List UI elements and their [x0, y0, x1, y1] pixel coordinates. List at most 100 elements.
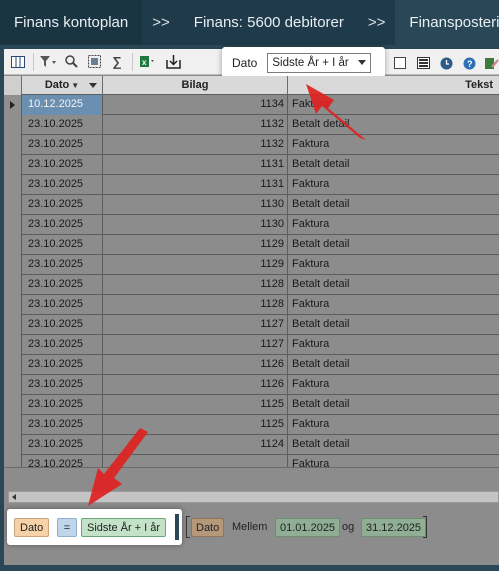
table-row[interactable]: 23.10.2025 1128 Faktura: [4, 295, 499, 315]
cell-bilag[interactable]: 1128: [103, 295, 288, 315]
row-selector[interactable]: [4, 235, 22, 255]
cell-tekst[interactable]: Faktura: [288, 175, 499, 195]
cell-bilag[interactable]: 1126: [103, 355, 288, 375]
cell-dato[interactable]: 23.10.2025: [22, 175, 103, 195]
cell-dato[interactable]: 23.10.2025: [22, 455, 103, 467]
horizontal-scrollbar[interactable]: [8, 491, 499, 503]
chevron-down-icon[interactable]: [89, 83, 97, 88]
row-selector[interactable]: [4, 415, 22, 435]
cell-dato[interactable]: 23.10.2025: [22, 195, 103, 215]
row-selector[interactable]: [4, 255, 22, 275]
cell-dato[interactable]: 23.10.2025: [22, 355, 103, 375]
cell-tekst[interactable]: Betalt detail: [288, 155, 499, 175]
filter-operator-chip[interactable]: =: [57, 518, 77, 537]
column-header-dato[interactable]: Dato ▼: [22, 76, 103, 95]
row-selector[interactable]: [4, 315, 22, 335]
history-icon[interactable]: [437, 54, 455, 72]
table-row[interactable]: 23.10.2025 1124 Betalt detail: [4, 435, 499, 455]
cell-dato[interactable]: 23.10.2025: [22, 415, 103, 435]
row-selector[interactable]: [4, 275, 22, 295]
search-icon[interactable]: [62, 53, 80, 71]
cell-bilag[interactable]: 1131: [103, 175, 288, 195]
breadcrumb-item-debitorer[interactable]: Finans: 5600 debitorer: [180, 0, 358, 45]
table-row[interactable]: 23.10.2025 1129 Faktura: [4, 255, 499, 275]
row-selector[interactable]: [4, 195, 22, 215]
cell-bilag[interactable]: 1129: [103, 235, 288, 255]
excel-icon[interactable]: x: [138, 53, 156, 71]
help-icon[interactable]: ?: [460, 54, 478, 72]
table-row[interactable]: 23.10.2025 1126 Betalt detail: [4, 355, 499, 375]
table-row[interactable]: 23.10.2025 1127 Betalt detail: [4, 315, 499, 335]
cell-tekst[interactable]: Betalt detail: [288, 195, 499, 215]
table-row[interactable]: 23.10.2025 1130 Betalt detail: [4, 195, 499, 215]
cell-bilag[interactable]: 1124: [103, 435, 288, 455]
cell-bilag[interactable]: 1125: [103, 415, 288, 435]
table-row[interactable]: 23.10.2025 1129 Betalt detail: [4, 235, 499, 255]
table-row[interactable]: 23.10.2025 1126 Faktura: [4, 375, 499, 395]
cell-bilag[interactable]: 1127: [103, 315, 288, 335]
row-selector[interactable]: [4, 355, 22, 375]
cell-bilag[interactable]: 1130: [103, 215, 288, 235]
table-row[interactable]: 10.12.2025 1134 Faktura: [4, 95, 499, 115]
columns-icon[interactable]: [414, 54, 432, 72]
table-row[interactable]: 23.10.2025 1132 Betalt detail: [4, 115, 499, 135]
cell-bilag[interactable]: 1132: [103, 135, 288, 155]
row-selector[interactable]: [4, 155, 22, 175]
cell-dato[interactable]: 23.10.2025: [22, 315, 103, 335]
row-selector[interactable]: [4, 95, 22, 115]
cell-bilag[interactable]: [103, 455, 288, 467]
select-icon[interactable]: [85, 53, 103, 71]
filter-value-chip[interactable]: Sidste År + I år: [81, 518, 167, 537]
cell-bilag[interactable]: 1132: [103, 115, 288, 135]
filter-icon[interactable]: [39, 53, 57, 71]
breadcrumb-item-kontoplan[interactable]: Finans kontoplan: [0, 0, 143, 45]
cell-dato[interactable]: 23.10.2025: [22, 215, 103, 235]
cell-tekst[interactable]: Faktura: [288, 375, 499, 395]
cell-tekst[interactable]: Faktura: [288, 335, 499, 355]
table-row[interactable]: 23.10.2025 1131 Faktura: [4, 175, 499, 195]
cell-dato[interactable]: 23.10.2025: [22, 135, 103, 155]
table-row[interactable]: 23.10.2025 1125 Faktura: [4, 415, 499, 435]
cell-tekst[interactable]: Faktura: [288, 455, 499, 467]
export-icon[interactable]: [164, 53, 182, 71]
cell-tekst[interactable]: Betalt detail: [288, 315, 499, 335]
cell-bilag[interactable]: 1130: [103, 195, 288, 215]
cell-bilag[interactable]: 1127: [103, 335, 288, 355]
breadcrumb-item-posteringer[interactable]: Finansposteringer: [395, 0, 499, 45]
column-header-bilag[interactable]: Bilag: [103, 76, 288, 95]
cell-dato[interactable]: 23.10.2025: [22, 435, 103, 455]
cell-dato[interactable]: 23.10.2025: [22, 235, 103, 255]
row-selector[interactable]: [4, 295, 22, 315]
period-select[interactable]: Sidste År + I år: [267, 52, 372, 73]
cell-bilag[interactable]: 1129: [103, 255, 288, 275]
cell-dato[interactable]: 23.10.2025: [22, 255, 103, 275]
cell-tekst[interactable]: Betalt detail: [288, 235, 499, 255]
row-selector[interactable]: [4, 395, 22, 415]
cell-tekst[interactable]: Betalt detail: [288, 435, 499, 455]
cell-tekst[interactable]: Betalt detail: [288, 355, 499, 375]
cell-dato[interactable]: 10.12.2025: [22, 95, 103, 115]
filter-field-chip[interactable]: Dato: [14, 518, 50, 537]
row-selector[interactable]: [4, 215, 22, 235]
table-row[interactable]: 23.10.2025 1127 Faktura: [4, 335, 499, 355]
row-selector[interactable]: [4, 435, 22, 455]
scroll-left-icon[interactable]: [12, 494, 16, 500]
cell-dato[interactable]: 23.10.2025: [22, 275, 103, 295]
cell-tekst[interactable]: Faktura: [288, 415, 499, 435]
table-row[interactable]: 23.10.2025 1125 Betalt detail: [4, 395, 499, 415]
cell-dato[interactable]: 23.10.2025: [22, 395, 103, 415]
edit-icon[interactable]: [483, 54, 499, 72]
cell-tekst[interactable]: Betalt detail: [288, 275, 499, 295]
checkbox-icon[interactable]: [391, 54, 409, 72]
table-row[interactable]: 23.10.2025 1130 Faktura: [4, 215, 499, 235]
cell-dato[interactable]: 23.10.2025: [22, 335, 103, 355]
cell-tekst[interactable]: Faktura: [288, 135, 499, 155]
cell-dato[interactable]: 23.10.2025: [22, 115, 103, 135]
row-selector[interactable]: [4, 335, 22, 355]
cell-tekst[interactable]: Faktura: [288, 295, 499, 315]
cell-bilag[interactable]: 1131: [103, 155, 288, 175]
row-selector[interactable]: [4, 175, 22, 195]
cell-tekst[interactable]: Faktura: [288, 215, 499, 235]
row-selector[interactable]: [4, 135, 22, 155]
cell-tekst[interactable]: Faktura: [288, 255, 499, 275]
